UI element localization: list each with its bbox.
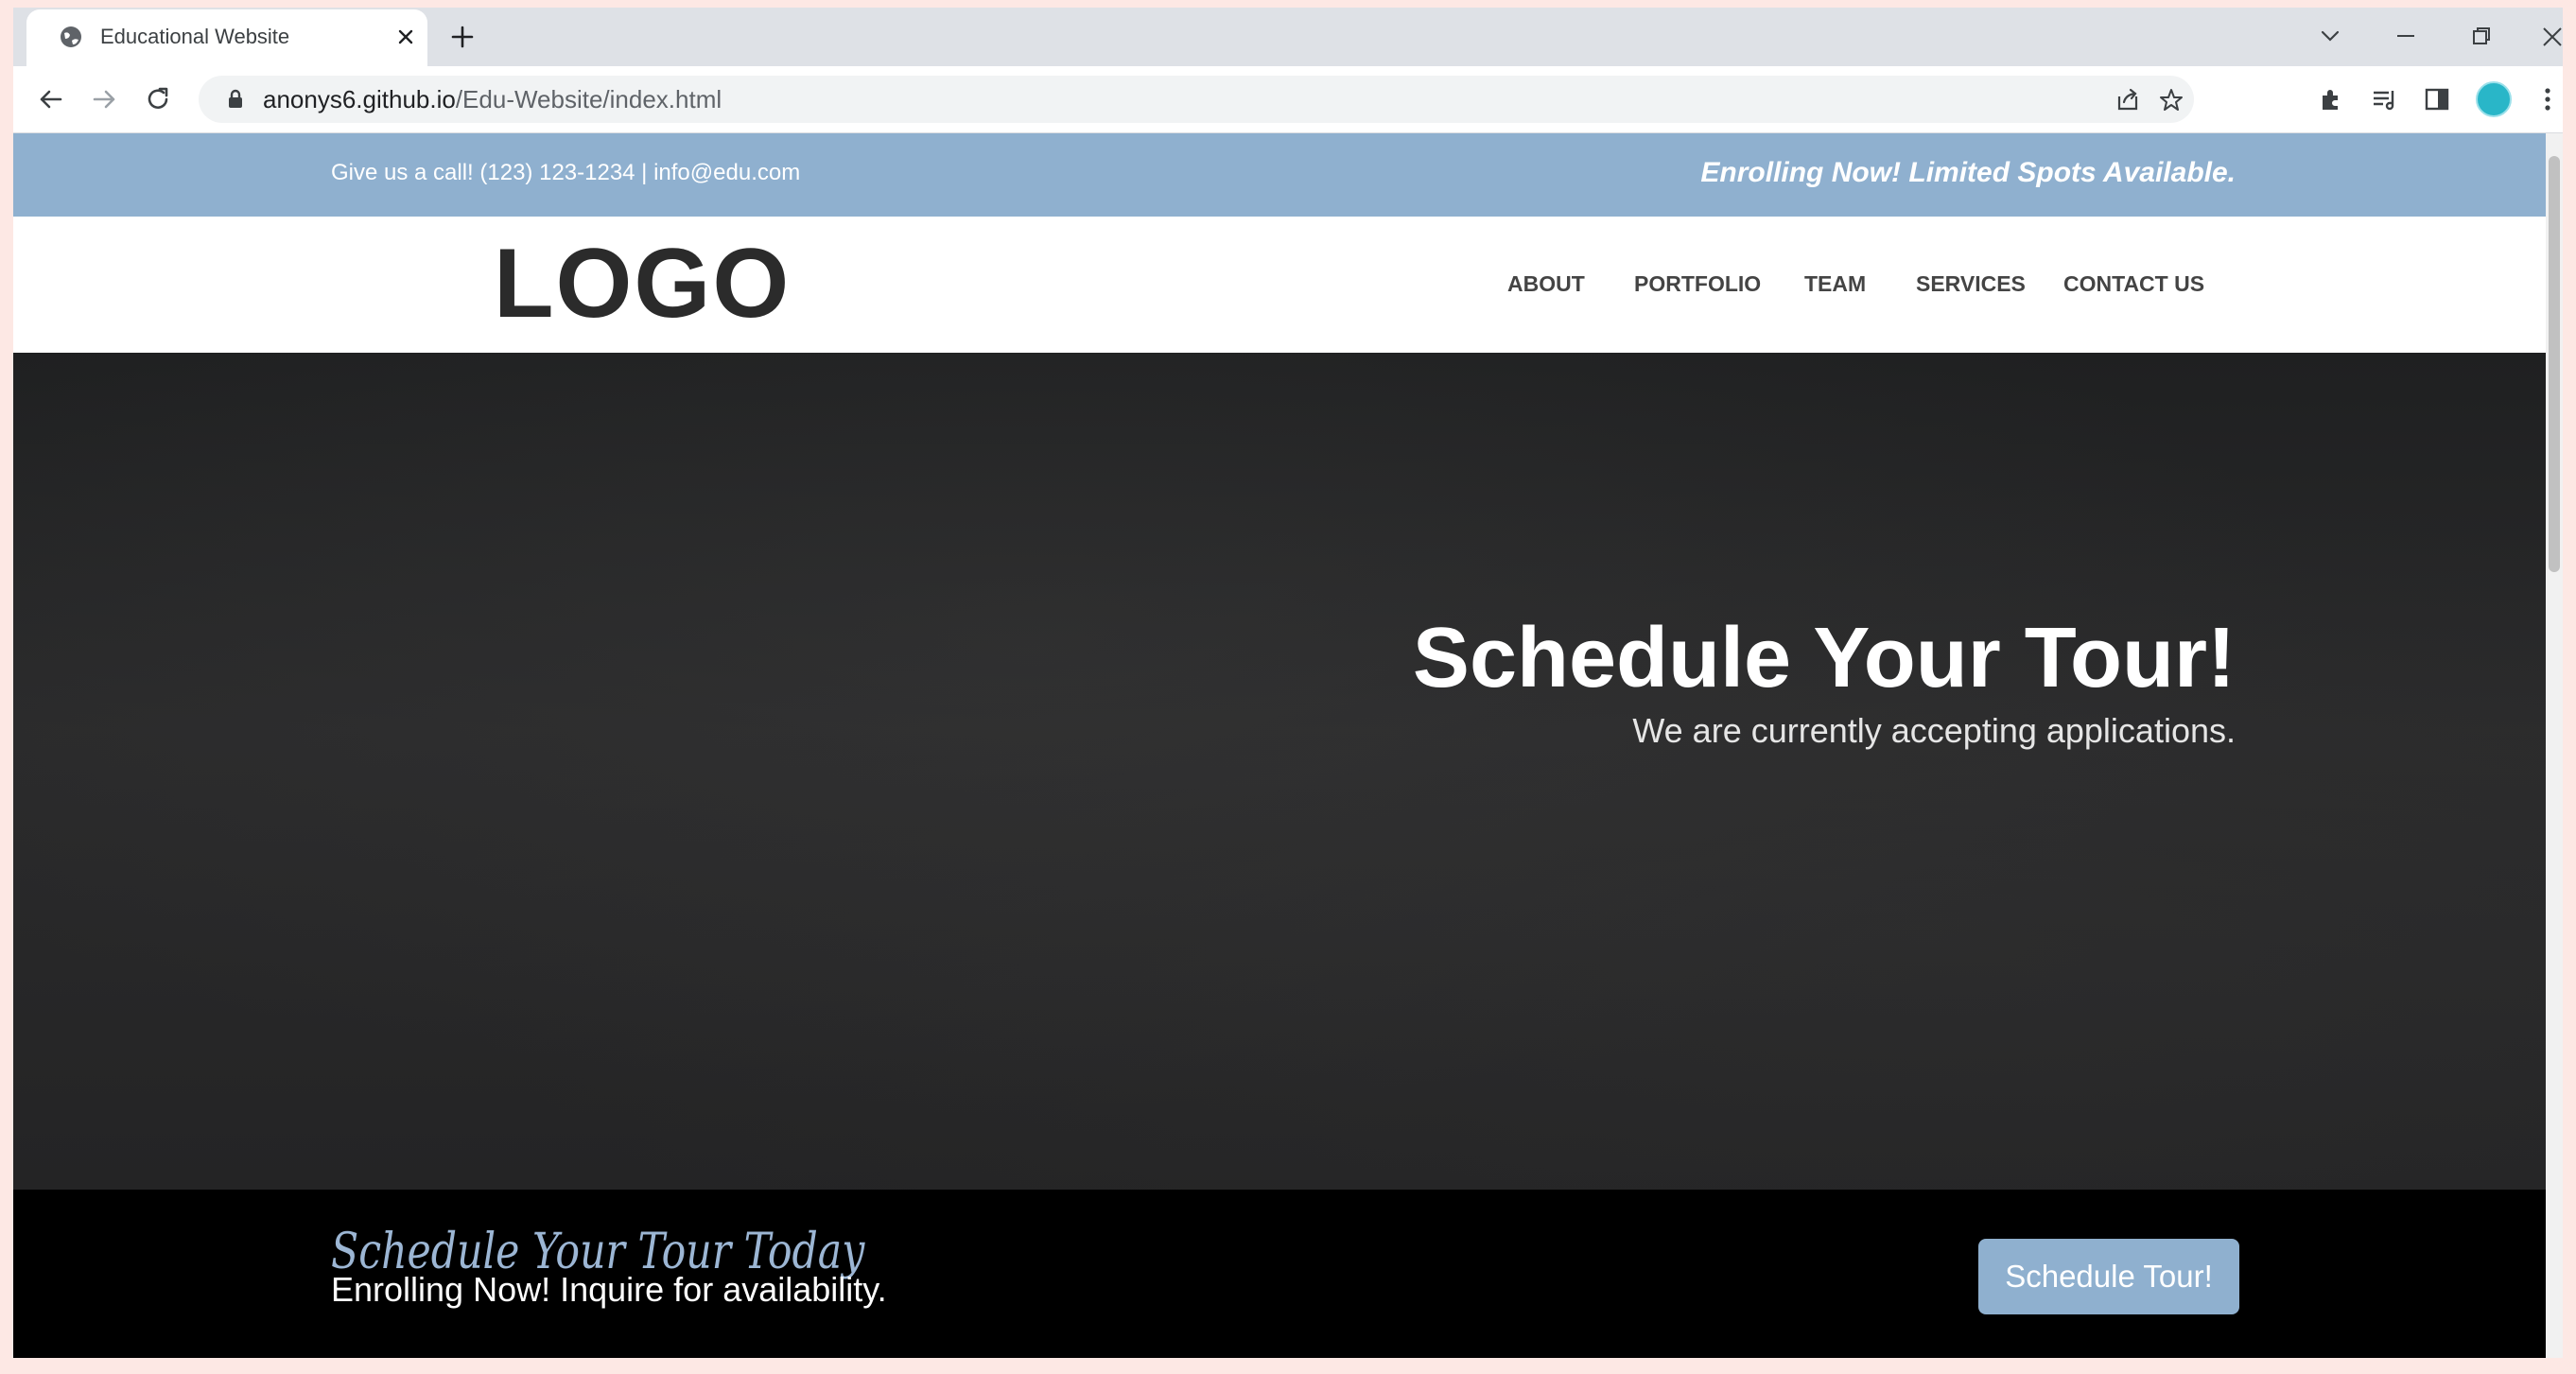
back-arrow-icon[interactable] [34,83,66,115]
tab-search-chevron-icon[interactable] [2315,21,2345,51]
site-logo[interactable]: LOGO [494,222,791,345]
forward-arrow-icon[interactable] [89,83,121,115]
enrolling-banner: Enrolling Now! Limited Spots Available. [1700,157,2236,188]
lock-icon[interactable] [225,89,246,110]
extensions-puzzle-icon[interactable] [2317,85,2345,113]
scrollbar-thumb[interactable] [2549,156,2560,572]
web-page: Give us a call! (123) 123-1234 | info@ed… [13,133,2563,1358]
url-host: anonys6.github.io [263,85,456,113]
hero-section: Schedule Your Tour! We are currently acc… [13,353,2563,1190]
url-path: /Edu-Website/index.html [455,85,722,113]
contact-info: Give us a call! (123) 123-1234 | info@ed… [331,160,801,185]
address-bar[interactable]: anonys6.github.io/Edu-Website/index.html [199,76,2194,123]
nav-contact-us[interactable]: CONTACT US [2063,270,2204,298]
page-scrollbar[interactable] [2546,133,2563,1358]
site-header: LOGO ABOUT PORTFOLIO TEAM SERVICES CONTA… [13,217,2563,353]
browser-toolbar: anonys6.github.io/Edu-Website/index.html [13,66,2563,133]
close-window-icon[interactable] [2542,21,2563,51]
profile-avatar[interactable] [2476,81,2512,117]
new-tab-icon[interactable] [448,23,477,51]
schedule-tour-button[interactable]: Schedule Tour! [1978,1239,2239,1314]
more-menu-icon[interactable] [2542,85,2563,113]
nav-services[interactable]: SERVICES [1916,270,2026,298]
browser-window: Educational Website anonys6.github.io/Ed… [13,8,2563,1358]
reading-list-icon[interactable] [2370,85,2398,113]
close-tab-icon[interactable] [393,25,418,49]
nav-about[interactable]: ABOUT [1507,270,1585,298]
nav-team[interactable]: TEAM [1804,270,1866,298]
top-info-bar: Give us a call! (123) 123-1234 | info@ed… [13,133,2563,217]
tab-strip: Educational Website [13,8,2563,66]
nav-portfolio[interactable]: PORTFOLIO [1634,270,1761,298]
cta-text: Enrolling Now! Inquire for availability. [331,1270,887,1309]
browser-tab[interactable]: Educational Website [26,9,427,66]
restore-icon[interactable] [2466,21,2497,51]
reload-icon[interactable] [142,83,174,115]
side-panel-icon[interactable] [2423,85,2451,113]
hero-title: Schedule Your Tour! [1412,611,2236,705]
cta-band: Schedule Your Tour Today Enrolling Now! … [13,1190,2563,1358]
share-icon[interactable] [2115,87,2141,113]
minimize-icon[interactable] [2391,21,2421,51]
bookmark-star-icon[interactable] [2158,87,2184,113]
url-text[interactable]: anonys6.github.io/Edu-Website/index.html [263,85,722,113]
globe-icon [59,25,83,49]
tab-title: Educational Website [100,25,290,48]
hero-subtitle: We are currently accepting applications. [1632,711,2236,750]
